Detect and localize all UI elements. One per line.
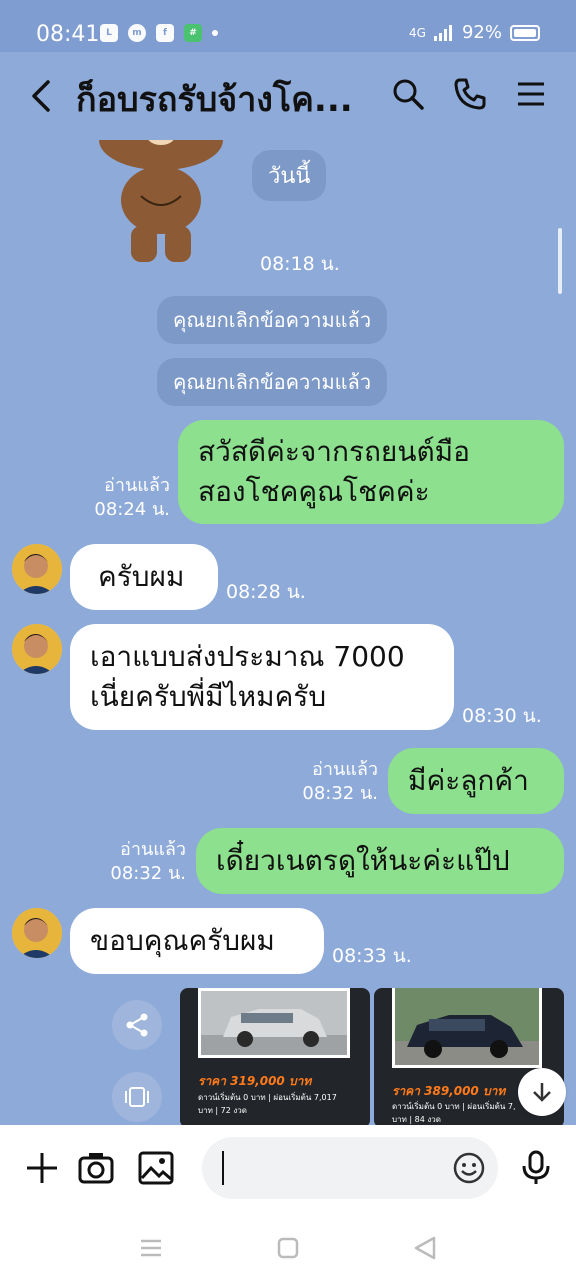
date-divider: วันนี้	[252, 150, 327, 201]
message-text: ขอบคุณครับผม	[90, 924, 275, 957]
system-navigation-bar	[0, 1215, 576, 1280]
message-time: 08:28 น.	[226, 581, 306, 603]
message-line: เนี่ยครับพี่มีไหมครับ	[90, 680, 327, 713]
messenger-icon: m	[128, 24, 146, 42]
avatar[interactable]	[12, 908, 62, 958]
chat-title[interactable]: ก็อบรถรับจ้างโค...	[76, 72, 376, 126]
chat-header: ก็อบรถรับจ้างโค...	[0, 52, 576, 140]
outgoing-message[interactable]: เดี๋ยวเนตรดูให้นะค่ะแป๊ป	[196, 828, 564, 894]
arrow-down-icon	[533, 1083, 551, 1102]
avatar[interactable]	[12, 544, 62, 594]
car-price: ราคา 319,000 บาท	[198, 1074, 312, 1088]
incoming-message[interactable]: เอาแบบส่งประมาณ 7000 เนี่ยครับพี่มีไหมคร…	[70, 624, 454, 730]
image-icon[interactable]	[138, 1150, 174, 1186]
back-icon[interactable]	[28, 78, 56, 114]
incoming-message[interactable]: ขอบคุณครับผม	[70, 908, 324, 974]
system-message: คุณยกเลิกข้อความแล้ว	[157, 358, 388, 406]
microphone-icon[interactable]	[518, 1150, 554, 1186]
view-album-button[interactable]	[112, 1072, 162, 1122]
message-time: 08:32 น.	[110, 863, 186, 884]
search-icon[interactable]	[390, 76, 426, 112]
sticker-time: 08:18 น.	[260, 253, 340, 275]
outgoing-message[interactable]: มีค่ะลูกค้า	[388, 748, 564, 814]
message-text: เดี๋ยวเนตรดูให้นะค่ะแป๊ป	[216, 844, 510, 877]
message-text: มีค่ะลูกค้า	[408, 764, 529, 797]
message-time: 08:24 น.	[94, 499, 170, 520]
car-detail: ดาวน์เริ่มต้น 0 บาท | ผ่อนเริ่มต้น 7, บา…	[392, 1100, 516, 1125]
message-meta: อ่านแล้ว 08:24 น.	[88, 474, 170, 522]
text-cursor	[222, 1151, 224, 1185]
more-notifications-icon	[212, 30, 218, 36]
share-button[interactable]	[112, 1000, 162, 1050]
avatar-photo	[12, 624, 62, 674]
message-input-box[interactable]	[202, 1137, 498, 1199]
message-time: 08:32 น.	[302, 783, 378, 804]
facebook-icon: f	[156, 24, 174, 42]
outgoing-message[interactable]: สวัสดีค่ะจากรถยนต์มือ สองโชคคูณโชคค่ะ	[178, 420, 564, 524]
network-label: 4G	[409, 25, 426, 40]
car-price: ราคา 389,000 บาท	[392, 1084, 506, 1098]
scroll-indicator[interactable]	[558, 228, 562, 294]
status-right: 4G 92%	[409, 22, 540, 43]
avatar[interactable]	[12, 624, 62, 674]
message-meta: อ่านแล้ว 08:32 น.	[296, 758, 378, 806]
album-icon	[125, 1087, 149, 1107]
system-message: คุณยกเลิกข้อความแล้ว	[157, 296, 388, 344]
plus-icon[interactable]	[24, 1150, 60, 1186]
message-time: 08:30 น.	[462, 705, 542, 727]
message-input[interactable]	[222, 1151, 442, 1185]
message-line: สวัสดีค่ะจากรถยนต์มือ	[198, 435, 470, 468]
battery-icon	[510, 24, 540, 41]
app-icon: #	[184, 24, 202, 42]
notification-icons: L m f #	[100, 24, 218, 42]
read-receipt: อ่านแล้ว	[312, 759, 378, 780]
back-nav-icon[interactable]	[412, 1235, 438, 1261]
share-icon	[126, 1013, 148, 1037]
status-bar: 08:41 L m f # 4G 92%	[0, 0, 576, 52]
avatar-photo	[12, 908, 62, 958]
car-image-card[interactable]: ราคา 319,000 บาท ดาวน์เริ่มต้น 0 บาท | ผ…	[180, 988, 370, 1125]
message-meta: อ่านแล้ว 08:32 น.	[104, 838, 186, 886]
bear-sticker	[99, 140, 223, 262]
scroll-to-bottom-button[interactable]	[518, 1068, 566, 1116]
read-receipt: อ่านแล้ว	[104, 475, 170, 496]
signal-icon	[433, 24, 452, 41]
car-photo	[198, 988, 350, 1058]
incoming-message[interactable]: ครับผม	[70, 544, 218, 610]
phone-icon[interactable]	[452, 76, 488, 112]
message-time: 08:33 น.	[332, 945, 412, 967]
message-text: ครับผม	[98, 560, 185, 593]
message-line: สองโชคคูณโชคค่ะ	[198, 475, 430, 508]
read-receipt: อ่านแล้ว	[120, 839, 186, 860]
recent-apps-icon[interactable]	[138, 1235, 164, 1261]
message-composer	[0, 1125, 576, 1215]
status-time: 08:41	[36, 22, 100, 47]
emoji-icon[interactable]	[452, 1151, 486, 1185]
installment-text: บาท | 84 งวด	[392, 1115, 441, 1124]
car-picture	[395, 988, 539, 1065]
car-picture	[201, 991, 347, 1055]
message-line: เอาแบบส่งประมาณ 7000	[90, 640, 405, 673]
home-icon[interactable]	[275, 1235, 301, 1261]
menu-icon[interactable]	[514, 76, 550, 112]
line-icon: L	[100, 24, 118, 42]
installment-text: ดาวน์เริ่มต้น 0 บาท | ผ่อนเริ่มต้น 7,	[392, 1102, 516, 1111]
camera-icon[interactable]	[78, 1150, 114, 1186]
installment-text: บาท | 72 งวด	[198, 1106, 247, 1115]
battery-percent: 92%	[461, 22, 502, 43]
car-photo	[392, 988, 542, 1068]
car-detail: ดาวน์เริ่มต้น 0 บาท | ผ่อนเริ่มต้น 7,017…	[198, 1091, 337, 1117]
avatar-photo	[12, 544, 62, 594]
installment-text: ดาวน์เริ่มต้น 0 บาท | ผ่อนเริ่มต้น 7,017	[198, 1093, 337, 1102]
chat-area[interactable]: วันนี้ 08:18 น. คุณยกเลิกข้อความแล้ว คุณ…	[0, 140, 576, 1125]
